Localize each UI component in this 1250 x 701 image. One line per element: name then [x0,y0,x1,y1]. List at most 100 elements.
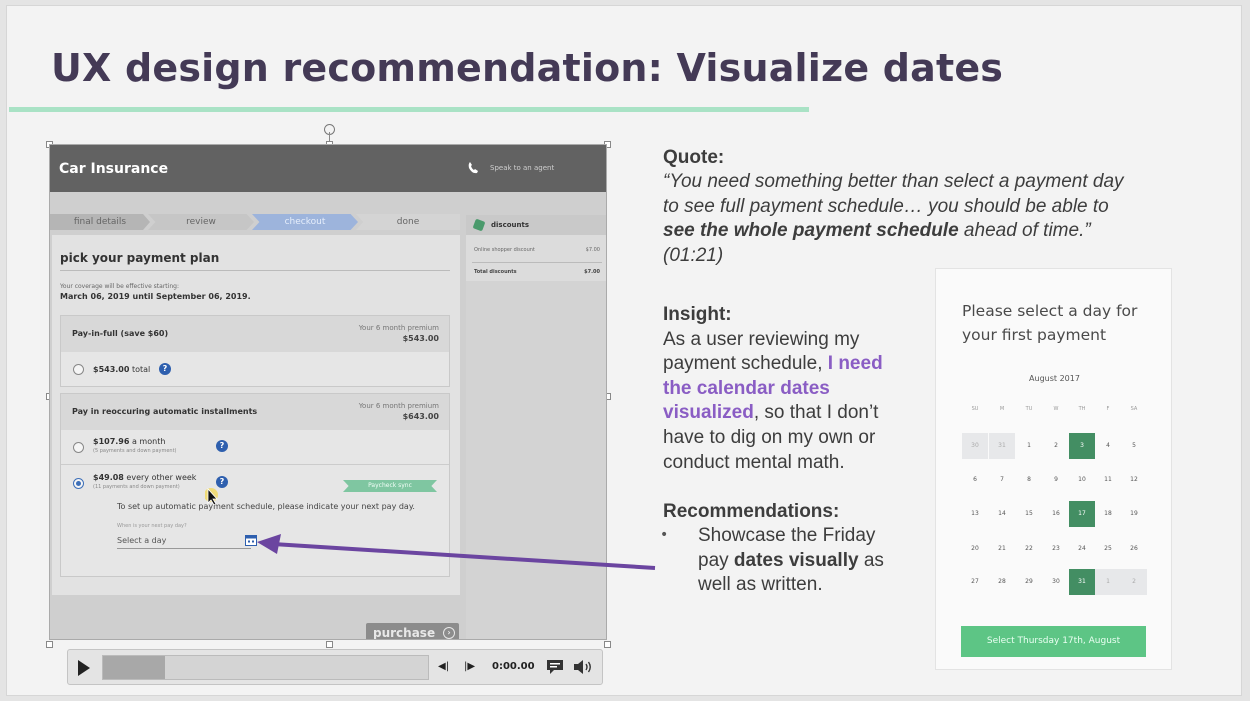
calendar-day[interactable]: 10 [1069,467,1095,493]
calendar-day[interactable]: 1 [1016,433,1042,459]
premium-amount: $643.00 [402,412,439,421]
plan-title: pick your payment plan [60,251,220,265]
calendar-day[interactable]: 5 [1121,433,1147,459]
recommendation-line-2: pay dates visually as [698,550,884,571]
recommendations-heading: Recommendations: [663,501,840,522]
skip-forward-icon[interactable]: |▶ [464,661,475,672]
purchase-label: purchase [373,626,436,640]
insight-line-1: As a user reviewing my [663,329,860,350]
purchase-button[interactable]: purchase › [366,623,459,640]
weekday-label: TU [1025,406,1033,412]
insight-line-4: visualized, so that I don’t [663,402,879,423]
bullet-point: • [660,527,669,543]
video-player-controls: ◀| |▶ 0:00.00 [67,649,603,685]
insight-line-2: payment schedule, I need [663,353,883,374]
calendar-day[interactable]: 30 [962,433,988,459]
insight-line-5: have to dig on my own or [663,427,876,448]
installments-header: Pay in reoccuring automatic installments… [61,394,449,430]
installments-label: Pay in reoccuring automatic installments [72,407,258,416]
pay-in-full-option[interactable]: $543.00 total [93,365,150,374]
calendar-day[interactable]: 19 [1121,501,1147,527]
step-review: review [148,214,254,230]
monthly-radio[interactable] [73,442,84,453]
discounts-panel: discounts Online shopper discount $7.00 … [466,215,606,281]
plan-title-divider [60,270,450,271]
quote-timestamp: (01:21) [663,245,724,266]
discount-row-value: $7.00 [585,247,600,253]
calendar-mockup: Please select a day for your first payme… [935,268,1172,670]
calendar-day[interactable]: 7 [989,467,1015,493]
calendar-day[interactable]: 9 [1043,467,1069,493]
help-icon[interactable]: ? [159,363,171,375]
skip-back-icon[interactable]: ◀| [438,661,449,672]
step-checkout: checkout [252,214,358,230]
biweekly-radio[interactable] [73,478,84,489]
quote-line-2: to see full payment schedule… you should… [663,196,1109,217]
progress-scrubber[interactable] [102,655,429,680]
calendar-day[interactable]: 21 [989,536,1015,562]
payday-input[interactable]: Select a day [117,533,251,549]
schedule-instructions: To set up automatic payment schedule, pl… [117,502,415,511]
calendar-day[interactable]: 1 [1095,569,1121,595]
calendar-day[interactable]: 25 [1095,536,1121,562]
volume-icon[interactable] [573,659,593,675]
coverage-label: Your coverage will be effective starting… [60,283,179,290]
weekday-label: SA [1130,406,1138,412]
select-day-button[interactable]: Select Thursday 17th, August [961,626,1146,657]
calendar-day[interactable]: 20 [962,536,988,562]
pay-in-full-label: Pay-in-full (save $60) [72,329,169,338]
calendar-day[interactable]: 15 [1016,501,1042,527]
calendar-day[interactable]: 8 [1016,467,1042,493]
calendar-day-selected[interactable]: 3 [1069,433,1095,459]
discount-row-label: Online shopper discount [474,247,535,253]
resize-handle-bottom-left[interactable] [46,641,53,648]
discounts-divider [472,262,602,263]
calendar-day[interactable]: 4 [1095,433,1121,459]
calendar-day[interactable]: 27 [962,569,988,595]
calendar-day[interactable]: 30 [1043,569,1069,595]
calendar-day[interactable]: 22 [1016,536,1042,562]
pay-in-full-radio[interactable] [73,364,84,375]
recommendation-line-1: Showcase the Friday [698,525,876,546]
calendar-day-selected[interactable]: 31 [1069,569,1095,595]
resize-handle-bottom[interactable] [326,641,333,648]
insight-line-6: conduct mental math. [663,452,845,473]
calendar-day[interactable]: 31 [989,433,1015,459]
help-icon[interactable]: ? [216,440,228,452]
quote-line-3: see the whole payment schedule ahead of … [663,220,1091,241]
calendar-day[interactable]: 12 [1121,467,1147,493]
calendar-month: August 2017 [1029,374,1080,383]
biweekly-option[interactable]: $49.08 every other week [93,473,196,482]
quote-line-1: “You need something better than select a… [663,171,1124,192]
paycheck-sync-ribbon: Paycheck sync [343,480,437,492]
calendar-day[interactable]: 14 [989,501,1015,527]
discounts-title: discounts [491,221,530,229]
recommendation-line-3: well as written. [698,574,823,595]
calendar-day[interactable]: 18 [1095,501,1121,527]
speak-to-agent-link[interactable]: Speak to an agent [490,164,554,172]
monthly-option[interactable]: $107.96 a month [93,437,165,446]
insight-line-3: the calendar dates [663,378,830,399]
step-final-details: final details [50,214,150,230]
resize-handle-bottom-right[interactable] [604,641,611,648]
calendar-day[interactable]: 13 [962,501,988,527]
weekday-label: SU [971,406,979,412]
calendar-day[interactable]: 6 [962,467,988,493]
calendar-day[interactable]: 16 [1043,501,1069,527]
help-icon[interactable]: ? [216,476,228,488]
title-underline [9,107,809,112]
playback-time: 0:00.00 [492,661,535,672]
calendar-day[interactable]: 2 [1043,433,1069,459]
calendar-day[interactable]: 28 [989,569,1015,595]
calendar-day[interactable]: 11 [1095,467,1121,493]
calendar-day[interactable]: 2 [1121,569,1147,595]
play-icon[interactable] [78,660,90,676]
calendar-day[interactable]: 29 [1016,569,1042,595]
calendar-day[interactable]: 26 [1121,536,1147,562]
calendar-day-selected[interactable]: 17 [1069,501,1095,527]
premium-amount: $543.00 [402,334,439,343]
total-discounts-label: Total discounts [474,269,517,275]
calendar-day[interactable]: 23 [1043,536,1069,562]
captions-icon[interactable] [546,659,564,675]
calendar-day[interactable]: 24 [1069,536,1095,562]
